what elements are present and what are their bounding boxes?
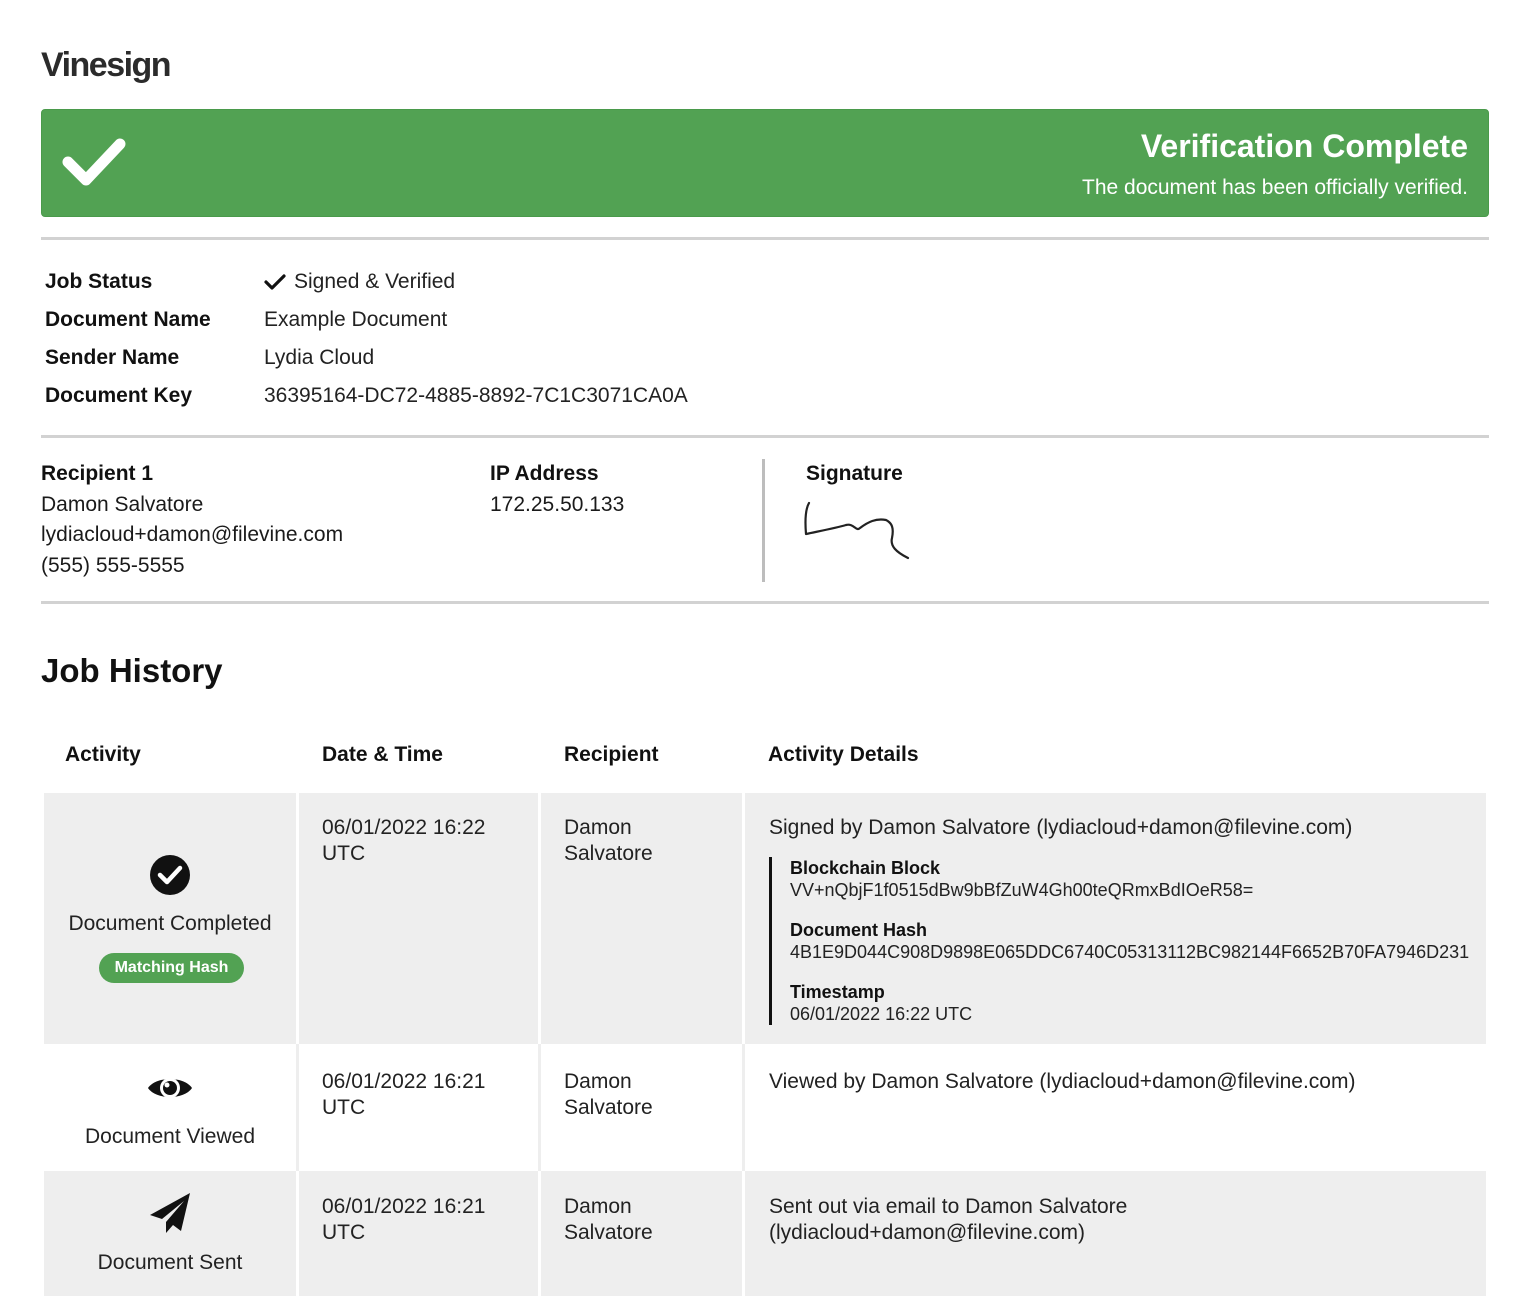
recipient-email: lydiacloud+damon@filevine.com (41, 523, 344, 546)
activity-cell: Document Completed Matching Hash (44, 793, 299, 1044)
details-cell: Viewed by Damon Salvatore (lydiacloud+da… (748, 1044, 1486, 1171)
job-status-value: Signed & Verified (264, 270, 455, 294)
hash-label: Document Hash (790, 920, 928, 940)
divider (41, 601, 1489, 604)
activity-cell: Document Viewed (44, 1044, 299, 1171)
verification-details: Blockchain Block VV+nQbjF1f0515dBw9bBfZu… (769, 857, 1469, 1025)
recipient-first-name: Damon (564, 1070, 632, 1093)
banner-subtitle: The document has been officially verifie… (1082, 176, 1468, 199)
hash-value: 4B1E9D044C908D9898E065DDC6740C05313112BC… (790, 942, 1470, 962)
column-header-activity: Activity (65, 743, 141, 766)
recipient-phone: (555) 555-5555 (41, 553, 185, 577)
job-history-title: Job History (41, 652, 223, 689)
blockchain-label: Blockchain Block (790, 858, 941, 878)
signature-label: Signature (806, 462, 903, 485)
document-key-row: Document Key 36395164-DC72-4885-8892-7C1… (45, 377, 688, 415)
divider (41, 435, 1489, 438)
date-cell: 06/01/2022 16:22 UTC (302, 793, 541, 1044)
job-status-row: Job Status Signed & Verified (45, 263, 455, 301)
recipient-cell: Damon Salvatore (544, 793, 745, 1044)
details-text: Signed by Damon Salvatore (lydiacloud+da… (769, 816, 1353, 839)
table-row: Document Viewed 06/01/2022 16:21 UTC Dam… (44, 1044, 1486, 1171)
matching-hash-badge: Matching Hash (99, 953, 244, 983)
table-row: Document Sent 06/01/2022 16:21 UTC Damon… (44, 1171, 1486, 1296)
date-cell: 06/01/2022 16:21 UTC (302, 1044, 541, 1171)
recipient-cell: Damon Salvatore (544, 1044, 745, 1171)
document-name-value: Example Document (264, 308, 448, 331)
recipient-label: Recipient 1 (41, 462, 154, 485)
date-text: 06/01/2022 16:22 (322, 816, 486, 839)
timezone-text: UTC (322, 1096, 366, 1119)
document-name-label: Document Name (45, 308, 211, 331)
checkmark-icon (62, 138, 126, 186)
banner-title: Verification Complete (1140, 128, 1468, 164)
brand-logo: Vinesign (41, 46, 172, 84)
column-header-date-time: Date & Time (322, 743, 443, 766)
divider (41, 237, 1489, 240)
recipient-name: Damon Salvatore (41, 492, 204, 516)
details-text: Viewed by Damon Salvatore (lydiacloud+da… (769, 1070, 1356, 1093)
signature-image (804, 501, 910, 560)
paper-plane-icon (150, 1193, 190, 1233)
sender-name-label: Sender Name (45, 346, 180, 369)
signature-info: Signature (806, 459, 903, 490)
recipient-last-name: Salvatore (564, 1096, 653, 1119)
document-key-label: Document Key (45, 384, 193, 407)
check-circle-icon (150, 855, 190, 895)
ip-label: IP Address (490, 462, 599, 485)
column-header-activity-details: Activity Details (768, 743, 919, 766)
job-status-label: Job Status (45, 270, 153, 293)
sender-name-row: Sender Name Lydia Cloud (45, 339, 374, 377)
ip-value: 172.25.50.133 (490, 492, 625, 516)
checkmark-icon (264, 274, 286, 290)
recipient-last-name: Salvatore (564, 1221, 653, 1244)
recipient-info: Recipient 1 Damon Salvatore lydiacloud+d… (41, 459, 343, 581)
date-text: 06/01/2022 16:21 (322, 1070, 486, 1093)
column-header-recipient: Recipient (564, 743, 659, 766)
recipient-cell: Damon Salvatore (544, 1171, 745, 1296)
activity-label: Document Completed (68, 912, 272, 935)
details-text: Sent out via email to Damon Salvatore (769, 1195, 1128, 1218)
details-cell: Signed by Damon Salvatore (lydiacloud+da… (748, 793, 1486, 1044)
details-cell: Sent out via email to Damon Salvatore (l… (748, 1171, 1486, 1296)
timestamp-label: Timestamp (790, 982, 885, 1002)
table-row: Document Completed Matching Hash 06/01/2… (44, 793, 1486, 1044)
timezone-text: UTC (322, 1221, 366, 1244)
date-text: 06/01/2022 16:21 (322, 1195, 486, 1218)
timestamp-value: 06/01/2022 16:22 UTC (790, 1004, 973, 1024)
recipient-first-name: Damon (564, 1195, 632, 1218)
date-cell: 06/01/2022 16:21 UTC (302, 1171, 541, 1296)
eye-icon (148, 1078, 192, 1098)
activity-label: Document Viewed (84, 1125, 256, 1148)
recipient-first-name: Damon (564, 816, 632, 839)
activity-cell: Document Sent (44, 1171, 299, 1296)
job-status-text: Signed & Verified (294, 270, 456, 293)
details-email: (lydiacloud+damon@filevine.com) (769, 1221, 1086, 1244)
sender-name-value: Lydia Cloud (264, 346, 375, 369)
recipient-last-name: Salvatore (564, 842, 653, 865)
verification-banner: Verification Complete The document has b… (41, 109, 1489, 217)
vertical-divider (762, 459, 765, 582)
timezone-text: UTC (322, 842, 366, 865)
activity-label: Document Sent (97, 1251, 243, 1274)
blockchain-value: VV+nQbjF1f0515dBw9bBfZuW4Gh00teQRmxBdIOe… (790, 880, 1254, 900)
ip-info: IP Address 172.25.50.133 (490, 459, 624, 520)
document-name-row: Document Name Example Document (45, 301, 447, 339)
document-key-value: 36395164-DC72-4885-8892-7C1C3071CA0A (264, 384, 688, 407)
